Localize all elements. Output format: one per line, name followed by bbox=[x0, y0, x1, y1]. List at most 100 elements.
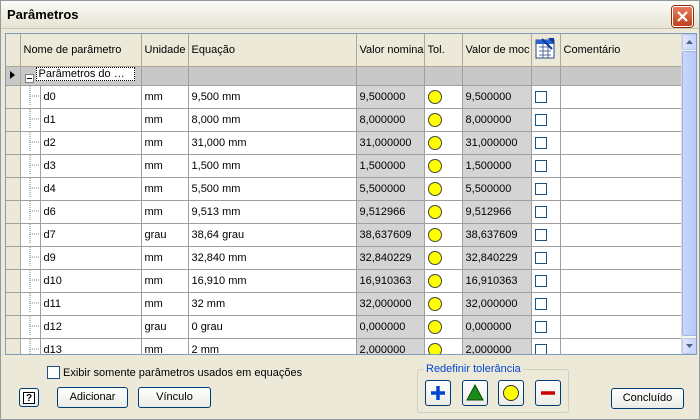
row-selector[interactable] bbox=[6, 108, 21, 132]
row-selector[interactable] bbox=[6, 315, 21, 339]
comment-cell[interactable] bbox=[560, 292, 684, 316]
col-header-comment[interactable]: Comentário bbox=[560, 34, 684, 67]
equation-cell[interactable]: 5,500 mm bbox=[188, 177, 357, 201]
table-row[interactable]: d11 mm 32 mm 32,000000 32,000000 bbox=[6, 292, 684, 316]
tolerance-cell[interactable] bbox=[424, 292, 463, 316]
unit-cell[interactable]: mm bbox=[141, 108, 189, 132]
col-header-name[interactable]: Nome de parâmetro bbox=[20, 34, 142, 67]
comment-cell[interactable] bbox=[560, 223, 684, 247]
comment-cell[interactable] bbox=[560, 108, 684, 132]
col-header-unit[interactable]: Unidade bbox=[141, 34, 189, 67]
export-checkbox[interactable] bbox=[534, 90, 547, 103]
export-cell[interactable] bbox=[531, 223, 561, 247]
unit-cell[interactable]: mm bbox=[141, 269, 189, 293]
tolerance-cell[interactable] bbox=[424, 338, 463, 354]
export-checkbox[interactable] bbox=[534, 136, 547, 149]
equation-cell[interactable]: 2 mm bbox=[188, 338, 357, 354]
table-row[interactable]: d6 mm 9,513 mm 9,512966 9,512966 bbox=[6, 200, 684, 224]
table-row[interactable]: d9 mm 32,840 mm 32,840229 32,840229 bbox=[6, 246, 684, 270]
param-name-cell[interactable]: d13 bbox=[40, 338, 142, 354]
param-name-cell[interactable]: d1 bbox=[40, 108, 142, 132]
equation-cell[interactable]: 8,000 mm bbox=[188, 108, 357, 132]
export-cell[interactable] bbox=[531, 85, 561, 109]
table-row[interactable]: d2 mm 31,000 mm 31,000000 31,000000 bbox=[6, 131, 684, 155]
export-cell[interactable] bbox=[531, 246, 561, 270]
export-cell[interactable] bbox=[531, 200, 561, 224]
row-selector[interactable] bbox=[6, 131, 21, 155]
export-checkbox[interactable] bbox=[534, 274, 547, 287]
comment-cell[interactable] bbox=[560, 269, 684, 293]
table-row[interactable]: d0 mm 9,500 mm 9,500000 9,500000 bbox=[6, 85, 684, 109]
collapse-icon[interactable] bbox=[24, 73, 34, 83]
param-name-cell[interactable]: d12 bbox=[40, 315, 142, 339]
help-button[interactable]: ? bbox=[19, 388, 39, 407]
export-cell[interactable] bbox=[531, 269, 561, 293]
unit-cell[interactable]: mm bbox=[141, 177, 189, 201]
col-header-nominal[interactable]: Valor nomina bbox=[356, 34, 425, 67]
unit-cell[interactable]: mm bbox=[141, 154, 189, 178]
comment-cell[interactable] bbox=[560, 85, 684, 109]
param-name-cell[interactable]: d2 bbox=[40, 131, 142, 155]
show-used-only-checkbox[interactable] bbox=[47, 366, 60, 379]
export-checkbox[interactable] bbox=[534, 205, 547, 218]
export-cell[interactable] bbox=[531, 154, 561, 178]
upper-tolerance-button[interactable] bbox=[425, 380, 451, 406]
tolerance-cell[interactable] bbox=[424, 108, 463, 132]
param-name-cell[interactable]: d9 bbox=[40, 246, 142, 270]
tolerance-cell[interactable] bbox=[424, 246, 463, 270]
param-name-cell[interactable]: d10 bbox=[40, 269, 142, 293]
vertical-scrollbar[interactable] bbox=[681, 34, 696, 354]
add-button[interactable]: Adicionar bbox=[57, 387, 128, 408]
export-checkbox[interactable] bbox=[534, 251, 547, 264]
equation-cell[interactable]: 31,000 mm bbox=[188, 131, 357, 155]
unit-cell[interactable]: grau bbox=[141, 315, 189, 339]
export-cell[interactable] bbox=[531, 338, 561, 354]
row-selector[interactable] bbox=[6, 246, 21, 270]
row-selector[interactable] bbox=[6, 338, 21, 354]
export-cell[interactable] bbox=[531, 177, 561, 201]
table-row[interactable]: d10 mm 16,910 mm 16,910363 16,910363 bbox=[6, 269, 684, 293]
tolerance-cell[interactable] bbox=[424, 154, 463, 178]
unit-cell[interactable]: mm bbox=[141, 246, 189, 270]
row-selector[interactable] bbox=[6, 85, 21, 109]
tolerance-cell[interactable] bbox=[424, 223, 463, 247]
export-checkbox[interactable] bbox=[534, 343, 547, 354]
unit-cell[interactable]: mm bbox=[141, 131, 189, 155]
comment-cell[interactable] bbox=[560, 131, 684, 155]
equation-cell[interactable]: 0 grau bbox=[188, 315, 357, 339]
export-cell[interactable] bbox=[531, 292, 561, 316]
equation-cell[interactable]: 9,500 mm bbox=[188, 85, 357, 109]
export-checkbox[interactable] bbox=[534, 297, 547, 310]
group-label[interactable]: Parâmetros do m... bbox=[35, 67, 135, 81]
lower-tolerance-button[interactable] bbox=[535, 380, 561, 406]
table-row[interactable]: d4 mm 5,500 mm 5,500000 5,500000 bbox=[6, 177, 684, 201]
col-header-model[interactable]: Valor de moc bbox=[462, 34, 532, 67]
row-selector[interactable] bbox=[6, 177, 21, 201]
param-name-cell[interactable]: d3 bbox=[40, 154, 142, 178]
comment-cell[interactable] bbox=[560, 200, 684, 224]
scroll-thumb[interactable] bbox=[682, 51, 696, 336]
show-used-only-option[interactable]: Exibir somente parâmetros usados em equa… bbox=[47, 366, 302, 379]
row-selector[interactable] bbox=[6, 66, 21, 86]
group-row[interactable]: Parâmetros do m... bbox=[6, 66, 684, 86]
equation-cell[interactable]: 16,910 mm bbox=[188, 269, 357, 293]
unit-cell[interactable]: mm bbox=[141, 85, 189, 109]
table-row[interactable]: d7 grau 38,64 grau 38,637609 38,637609 bbox=[6, 223, 684, 247]
tolerance-cell[interactable] bbox=[424, 85, 463, 109]
equation-cell[interactable]: 32,840 mm bbox=[188, 246, 357, 270]
comment-cell[interactable] bbox=[560, 177, 684, 201]
equation-cell[interactable]: 9,513 mm bbox=[188, 200, 357, 224]
scroll-up-button[interactable] bbox=[682, 34, 696, 50]
comment-cell[interactable] bbox=[560, 154, 684, 178]
row-selector[interactable] bbox=[6, 269, 21, 293]
table-row[interactable]: d13 mm 2 mm 2,000000 2,000000 bbox=[6, 338, 684, 354]
param-name-cell[interactable]: d11 bbox=[40, 292, 142, 316]
median-tolerance-button[interactable] bbox=[462, 380, 488, 406]
tolerance-cell[interactable] bbox=[424, 315, 463, 339]
export-cell[interactable] bbox=[531, 108, 561, 132]
param-name-cell[interactable]: d7 bbox=[40, 223, 142, 247]
export-checkbox[interactable] bbox=[534, 320, 547, 333]
comment-cell[interactable] bbox=[560, 315, 684, 339]
unit-cell[interactable]: mm bbox=[141, 292, 189, 316]
equation-cell[interactable]: 1,500 mm bbox=[188, 154, 357, 178]
